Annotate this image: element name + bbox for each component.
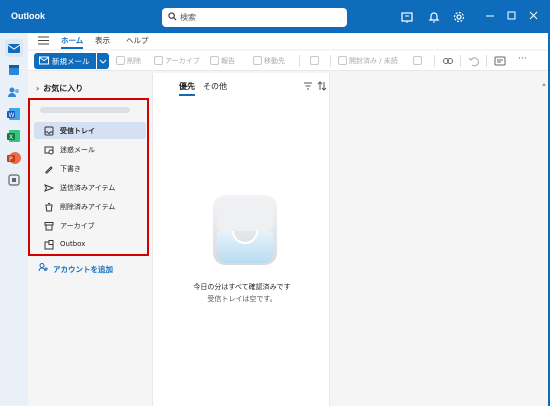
main-area: ホーム 表示 ヘルプ 新規メール 削除 アーカイブ 報告 移動先 開封済み / … [28, 33, 548, 406]
empty-inbox-illustration [213, 195, 277, 265]
empty-state-title: 今日の分はすべて確認済みです [193, 283, 291, 291]
add-account-button[interactable]: アカウントを追加 [38, 262, 113, 275]
junk-icon [44, 146, 54, 155]
archive-icon [154, 56, 163, 65]
close-button[interactable] [526, 9, 542, 23]
reading-pane [331, 73, 548, 406]
filter-icon[interactable] [303, 81, 313, 91]
ribbon-divider [460, 55, 461, 67]
reply-icon [310, 56, 319, 65]
compose-window-icon[interactable] [400, 10, 414, 24]
tab-help[interactable]: ヘルプ [126, 35, 149, 46]
word-icon: W [7, 108, 20, 120]
reply-button[interactable] [310, 56, 321, 65]
rail-word[interactable]: W [5, 105, 23, 123]
mail-icon [7, 44, 21, 53]
rail-people[interactable] [5, 83, 23, 101]
folder-drafts[interactable]: 下書き [34, 160, 146, 177]
ribbon-divider [299, 55, 300, 67]
favorites-header[interactable]: › お気に入り [36, 83, 83, 94]
account-name-redacted[interactable] [40, 107, 130, 113]
envelope-open-icon [338, 56, 347, 65]
new-mail-button[interactable]: 新規メール [34, 53, 96, 69]
apps-icon [8, 174, 20, 186]
bell-icon[interactable] [427, 10, 441, 24]
report-button[interactable]: 報告 [210, 56, 235, 66]
maximize-button[interactable] [503, 9, 519, 23]
ribbon-divider [330, 55, 331, 67]
move-to-button[interactable]: 移動先 [253, 56, 285, 66]
title-bar: Outlook 検索 [0, 0, 550, 33]
svg-text:W: W [9, 112, 15, 119]
sort-icon[interactable] [317, 81, 327, 91]
folder-outbox[interactable]: Outbox [34, 236, 146, 253]
settings-icon[interactable] [494, 55, 506, 67]
tab-focused[interactable]: 優先 [179, 81, 195, 96]
flag-button[interactable] [413, 56, 424, 65]
app-title: Outlook [11, 11, 45, 21]
folder-deleted[interactable]: 削除済みアイテム [34, 198, 146, 215]
ribbon-divider [486, 55, 487, 67]
folder-inbox[interactable]: 受信トレイ [34, 122, 146, 139]
folder-junk[interactable]: 迷惑メール [34, 141, 146, 158]
search-icon [168, 12, 177, 21]
app-rail: W X P [0, 33, 28, 406]
folder-archive[interactable]: アーカイブ [34, 217, 146, 234]
ribbon: 新規メール 削除 アーカイブ 報告 移動先 開封済み / 未読 ··· [28, 51, 548, 71]
powerpoint-icon: P [7, 152, 21, 164]
search-input[interactable]: 検索 [162, 8, 347, 27]
people-icon [8, 87, 19, 97]
folder-pane: › お気に入り 受信トレイ 迷惑メール 下書き 送信済みアイテム 削除済みアイテム [28, 73, 152, 406]
archive-button[interactable]: アーカイブ [154, 56, 200, 66]
new-mail-label: 新規メール [52, 57, 90, 66]
trash-icon [116, 56, 125, 65]
tab-other[interactable]: その他 [203, 81, 227, 92]
tab-view[interactable]: 表示 [95, 35, 110, 46]
message-list: 優先 その他 今日の分はすべて確認済みです 受信トレイは空です。 [152, 73, 330, 406]
search-placeholder: 検索 [180, 13, 196, 22]
add-account-icon [38, 262, 48, 274]
ribbon-divider [434, 55, 435, 67]
chevron-down-icon [99, 59, 107, 64]
rail-apps[interactable] [5, 171, 23, 189]
flag-icon [413, 56, 422, 65]
gear-icon[interactable] [452, 10, 466, 24]
calendar-icon [9, 65, 19, 75]
shield-icon [210, 56, 219, 65]
folder-sent[interactable]: 送信済みアイテム [34, 179, 146, 196]
rail-excel[interactable]: X [5, 127, 23, 145]
folder-move-icon [253, 56, 262, 65]
read-unread-button[interactable]: 開封済み / 未読 [338, 56, 398, 66]
more-options-icon[interactable]: ··· [518, 54, 527, 64]
highlight-box: 受信トレイ 迷惑メール 下書き 送信済みアイテム 削除済みアイテム アーカイブ [28, 98, 149, 256]
archive-icon [44, 222, 54, 231]
loop-icon[interactable] [442, 55, 454, 67]
rail-mail[interactable] [5, 39, 23, 57]
draft-icon [45, 166, 53, 174]
new-mail-dropdown[interactable] [97, 53, 109, 69]
send-icon [44, 184, 54, 192]
svg-text:X: X [9, 134, 13, 141]
hamburger-icon[interactable] [38, 36, 49, 45]
chevron-right-icon: › [36, 84, 40, 93]
excel-icon: X [7, 130, 20, 142]
svg-text:P: P [9, 156, 13, 163]
trash-icon [45, 203, 53, 212]
mail-icon [39, 56, 49, 65]
delete-button[interactable]: 削除 [116, 56, 141, 66]
scroll-up-arrow[interactable] [542, 78, 546, 92]
inbox-icon [44, 126, 54, 136]
outbox-icon [44, 240, 54, 250]
rail-powerpoint[interactable]: P [5, 149, 23, 167]
rail-calendar[interactable] [5, 61, 23, 79]
tab-home[interactable]: ホーム [61, 35, 84, 49]
minimize-button[interactable] [482, 9, 498, 23]
undo-icon[interactable] [468, 55, 480, 67]
empty-state-subtitle: 受信トレイは空です。 [207, 295, 277, 303]
menu-bar: ホーム 表示 ヘルプ [28, 33, 548, 49]
